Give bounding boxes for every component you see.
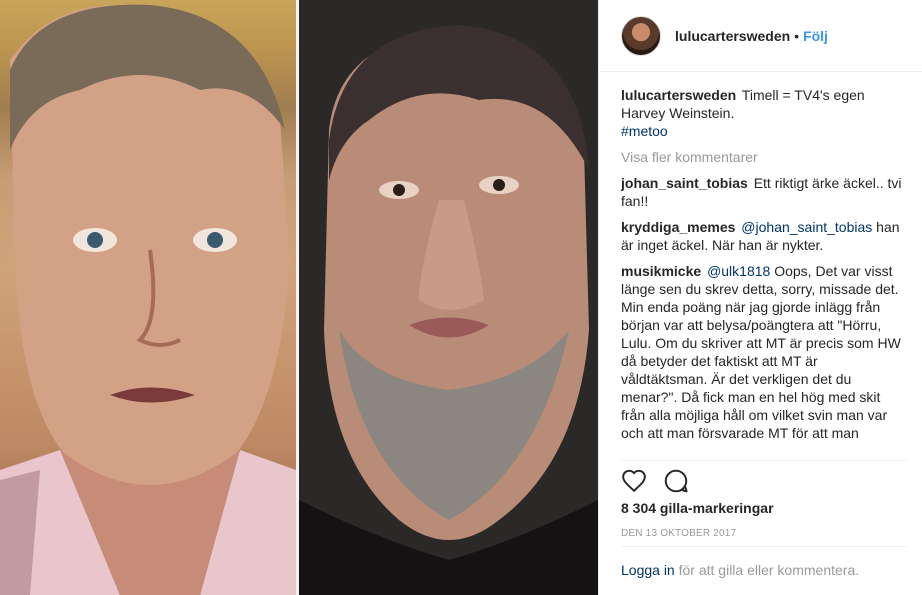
- comment-author[interactable]: johan_saint_tobias: [621, 175, 748, 191]
- comment-mention[interactable]: @ulk1818: [707, 263, 770, 279]
- caption-author[interactable]: lulucartersweden: [621, 87, 736, 103]
- right-face-illustration: [299, 0, 598, 595]
- photo-left-man: [0, 0, 296, 595]
- comment-mention[interactable]: @johan_saint_tobias: [741, 219, 872, 235]
- caption-hashtag[interactable]: #metoo: [621, 123, 668, 139]
- login-prompt: Logga in för att gilla eller kommentera.: [621, 546, 906, 579]
- post-actions: 8 304 gilla-markeringar DEN 13 OKTOBER 2…: [621, 460, 906, 543]
- comment-item: musikmicke @ulk1818 Oops, Det var visst …: [621, 262, 906, 442]
- header-username[interactable]: lulucartersweden: [675, 27, 790, 45]
- login-link[interactable]: Logga in: [621, 562, 675, 578]
- heart-icon[interactable]: [621, 468, 647, 494]
- follow-button[interactable]: Följ: [803, 27, 828, 45]
- header-separator: •: [794, 27, 800, 44]
- load-more-comments-button[interactable]: Visa fler kommentarer: [621, 148, 906, 166]
- left-face-illustration: [0, 0, 296, 595]
- post-sidebar: lulucartersweden • Följ lulucartersweden…: [598, 0, 922, 595]
- instagram-post: lulucartersweden • Följ lulucartersweden…: [0, 0, 922, 595]
- comment-item: johan_saint_tobias Ett riktigt ärke äcke…: [621, 174, 906, 210]
- comment-icon[interactable]: [663, 468, 689, 494]
- photo-right-man: [299, 0, 598, 595]
- comment-item: kryddiga_memes @johan_saint_tobias han ä…: [621, 218, 906, 254]
- avatar[interactable]: [621, 15, 661, 56]
- comment-author[interactable]: kryddiga_memes: [621, 219, 735, 235]
- comment-text: Oops, Det var visst länge sen du skrev d…: [621, 263, 901, 441]
- login-text: för att gilla eller kommentera.: [674, 562, 860, 578]
- post-image[interactable]: [0, 0, 598, 595]
- action-icons: [621, 461, 906, 495]
- comments-list[interactable]: lulucartersweden Timell = TV4's egen Har…: [621, 86, 906, 454]
- likes-count[interactable]: 8 304 gilla-markeringar: [621, 499, 906, 517]
- post-date: DEN 13 OKTOBER 2017: [621, 528, 737, 539]
- post-header: lulucartersweden • Följ: [599, 0, 922, 72]
- comment-author[interactable]: musikmicke: [621, 263, 701, 279]
- caption: lulucartersweden Timell = TV4's egen Har…: [621, 86, 906, 140]
